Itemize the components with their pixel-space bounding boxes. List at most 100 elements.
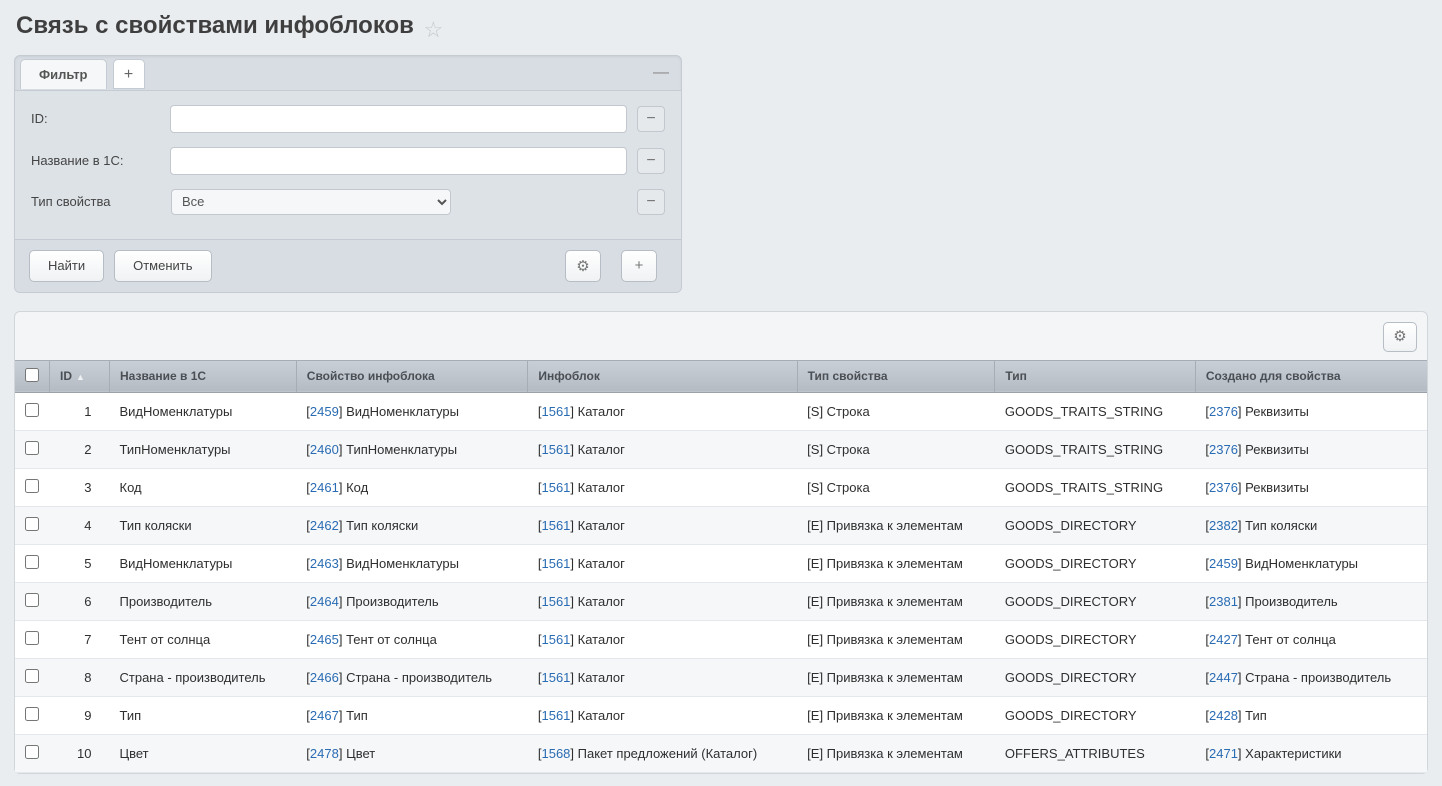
iblock-link[interactable]: 1561 — [541, 594, 570, 609]
cell-ptype: [E] Привязка к элементам — [797, 658, 995, 696]
cell-created: [2471] Характеристики — [1195, 734, 1427, 772]
cell-id: 3 — [50, 468, 110, 506]
column-header-created[interactable]: Создано для свойства — [1195, 360, 1427, 392]
iblock-link[interactable]: 1561 — [541, 708, 570, 723]
gear-icon: ⚙ — [576, 258, 589, 275]
grid-settings-button[interactable]: ⚙ — [1383, 322, 1417, 352]
column-header-id[interactable]: ID▲ — [50, 360, 110, 392]
cell-name1c: ВидНоменклатуры — [110, 544, 297, 582]
iblock-link[interactable]: 1561 — [541, 480, 570, 495]
cell-type: GOODS_DIRECTORY — [995, 620, 1196, 658]
table-row[interactable]: 1ВидНоменклатуры[2459] ВидНоменклатуры[1… — [15, 392, 1427, 430]
cell-name1c: Цвет — [110, 734, 297, 772]
cell-name1c: ВидНоменклатуры — [110, 392, 297, 430]
created-link[interactable]: 2427 — [1209, 632, 1238, 647]
prop-link[interactable]: 2460 — [310, 442, 339, 457]
select-all-checkbox[interactable] — [25, 368, 39, 382]
iblock-link[interactable]: 1561 — [541, 442, 570, 457]
prop-link[interactable]: 2465 — [310, 632, 339, 647]
cell-created: [2381] Производитель — [1195, 582, 1427, 620]
column-header-prop[interactable]: Свойство инфоблока — [296, 360, 528, 392]
table-row[interactable]: 2ТипНоменклатуры[2460] ТипНоменклатуры[1… — [15, 430, 1427, 468]
iblock-link[interactable]: 1568 — [541, 746, 570, 761]
table-row[interactable]: 3Код[2461] Код[1561] Каталог[S] СтрокаGO… — [15, 468, 1427, 506]
created-link[interactable]: 2382 — [1209, 518, 1238, 533]
column-header-ptype[interactable]: Тип свойства — [797, 360, 995, 392]
row-checkbox[interactable] — [25, 593, 39, 607]
cell-type: GOODS_TRAITS_STRING — [995, 392, 1196, 430]
table-row[interactable]: 6Производитель[2464] Производитель[1561]… — [15, 582, 1427, 620]
cell-iblock: [1561] Каталог — [528, 506, 797, 544]
row-checkbox[interactable] — [25, 631, 39, 645]
created-link[interactable]: 2376 — [1209, 404, 1238, 419]
filter-add-tab-button[interactable]: + — [113, 59, 145, 89]
filter-type-remove-button[interactable]: − — [637, 189, 665, 215]
row-checkbox[interactable] — [25, 707, 39, 721]
cell-ptype: [E] Привязка к элементам — [797, 544, 995, 582]
iblock-link[interactable]: 1561 — [541, 404, 570, 419]
filter-name1c-input[interactable] — [170, 147, 627, 175]
cell-created: [2376] Реквизиты — [1195, 392, 1427, 430]
filter-add-button[interactable]: + — [621, 250, 657, 282]
prop-link[interactable]: 2459 — [310, 404, 339, 419]
cell-created: [2382] Тип коляски — [1195, 506, 1427, 544]
cell-name1c: Тип — [110, 696, 297, 734]
prop-link[interactable]: 2466 — [310, 670, 339, 685]
cell-iblock: [1561] Каталог — [528, 620, 797, 658]
cell-created: [2459] ВидНоменклатуры — [1195, 544, 1427, 582]
iblock-link[interactable]: 1561 — [541, 518, 570, 533]
row-checkbox[interactable] — [25, 669, 39, 683]
table-row[interactable]: 4Тип коляски[2462] Тип коляски[1561] Кат… — [15, 506, 1427, 544]
find-button[interactable]: Найти — [29, 250, 104, 282]
favorite-star-icon[interactable]: ☆ — [424, 17, 444, 42]
prop-link[interactable]: 2463 — [310, 556, 339, 571]
table-row[interactable]: 10Цвет[2478] Цвет[1568] Пакет предложени… — [15, 734, 1427, 772]
filter-settings-button[interactable]: ⚙ — [565, 250, 601, 282]
row-checkbox[interactable] — [25, 479, 39, 493]
table-row[interactable]: 8Страна - производитель[2466] Страна - п… — [15, 658, 1427, 696]
cell-prop: [2463] ВидНоменклатуры — [296, 544, 528, 582]
cell-iblock: [1561] Каталог — [528, 430, 797, 468]
table-row[interactable]: 9Тип[2467] Тип[1561] Каталог[E] Привязка… — [15, 696, 1427, 734]
filter-id-input[interactable] — [170, 105, 627, 133]
cell-id: 1 — [50, 392, 110, 430]
created-link[interactable]: 2459 — [1209, 556, 1238, 571]
cell-id: 5 — [50, 544, 110, 582]
prop-link[interactable]: 2461 — [310, 480, 339, 495]
prop-link[interactable]: 2478 — [310, 746, 339, 761]
cell-type: GOODS_DIRECTORY — [995, 544, 1196, 582]
cancel-button[interactable]: Отменить — [114, 250, 211, 282]
cell-iblock: [1561] Каталог — [528, 658, 797, 696]
created-link[interactable]: 2428 — [1209, 708, 1238, 723]
column-header-name1c[interactable]: Название в 1С — [110, 360, 297, 392]
created-link[interactable]: 2471 — [1209, 746, 1238, 761]
prop-link[interactable]: 2462 — [310, 518, 339, 533]
row-checkbox[interactable] — [25, 555, 39, 569]
filter-tab[interactable]: Фильтр — [20, 59, 107, 89]
row-checkbox[interactable] — [25, 403, 39, 417]
iblock-link[interactable]: 1561 — [541, 632, 570, 647]
filter-collapse-icon[interactable]: — — [653, 64, 669, 82]
cell-name1c: Код — [110, 468, 297, 506]
prop-link[interactable]: 2467 — [310, 708, 339, 723]
column-header-type[interactable]: Тип — [995, 360, 1196, 392]
created-link[interactable]: 2381 — [1209, 594, 1238, 609]
cell-name1c: ТипНоменклатуры — [110, 430, 297, 468]
filter-type-select[interactable]: Все — [171, 189, 451, 215]
table-row[interactable]: 5ВидНоменклатуры[2463] ВидНоменклатуры[1… — [15, 544, 1427, 582]
created-link[interactable]: 2447 — [1209, 670, 1238, 685]
column-header-iblock[interactable]: Инфоблок — [528, 360, 797, 392]
created-link[interactable]: 2376 — [1209, 480, 1238, 495]
iblock-link[interactable]: 1561 — [541, 670, 570, 685]
row-checkbox[interactable] — [25, 745, 39, 759]
row-checkbox[interactable] — [25, 441, 39, 455]
iblock-link[interactable]: 1561 — [541, 556, 570, 571]
cell-id: 6 — [50, 582, 110, 620]
table-row[interactable]: 7Тент от солнца[2465] Тент от солнца[156… — [15, 620, 1427, 658]
cell-name1c: Тип коляски — [110, 506, 297, 544]
prop-link[interactable]: 2464 — [310, 594, 339, 609]
filter-id-remove-button[interactable]: − — [637, 106, 665, 132]
created-link[interactable]: 2376 — [1209, 442, 1238, 457]
row-checkbox[interactable] — [25, 517, 39, 531]
filter-name1c-remove-button[interactable]: − — [637, 148, 665, 174]
